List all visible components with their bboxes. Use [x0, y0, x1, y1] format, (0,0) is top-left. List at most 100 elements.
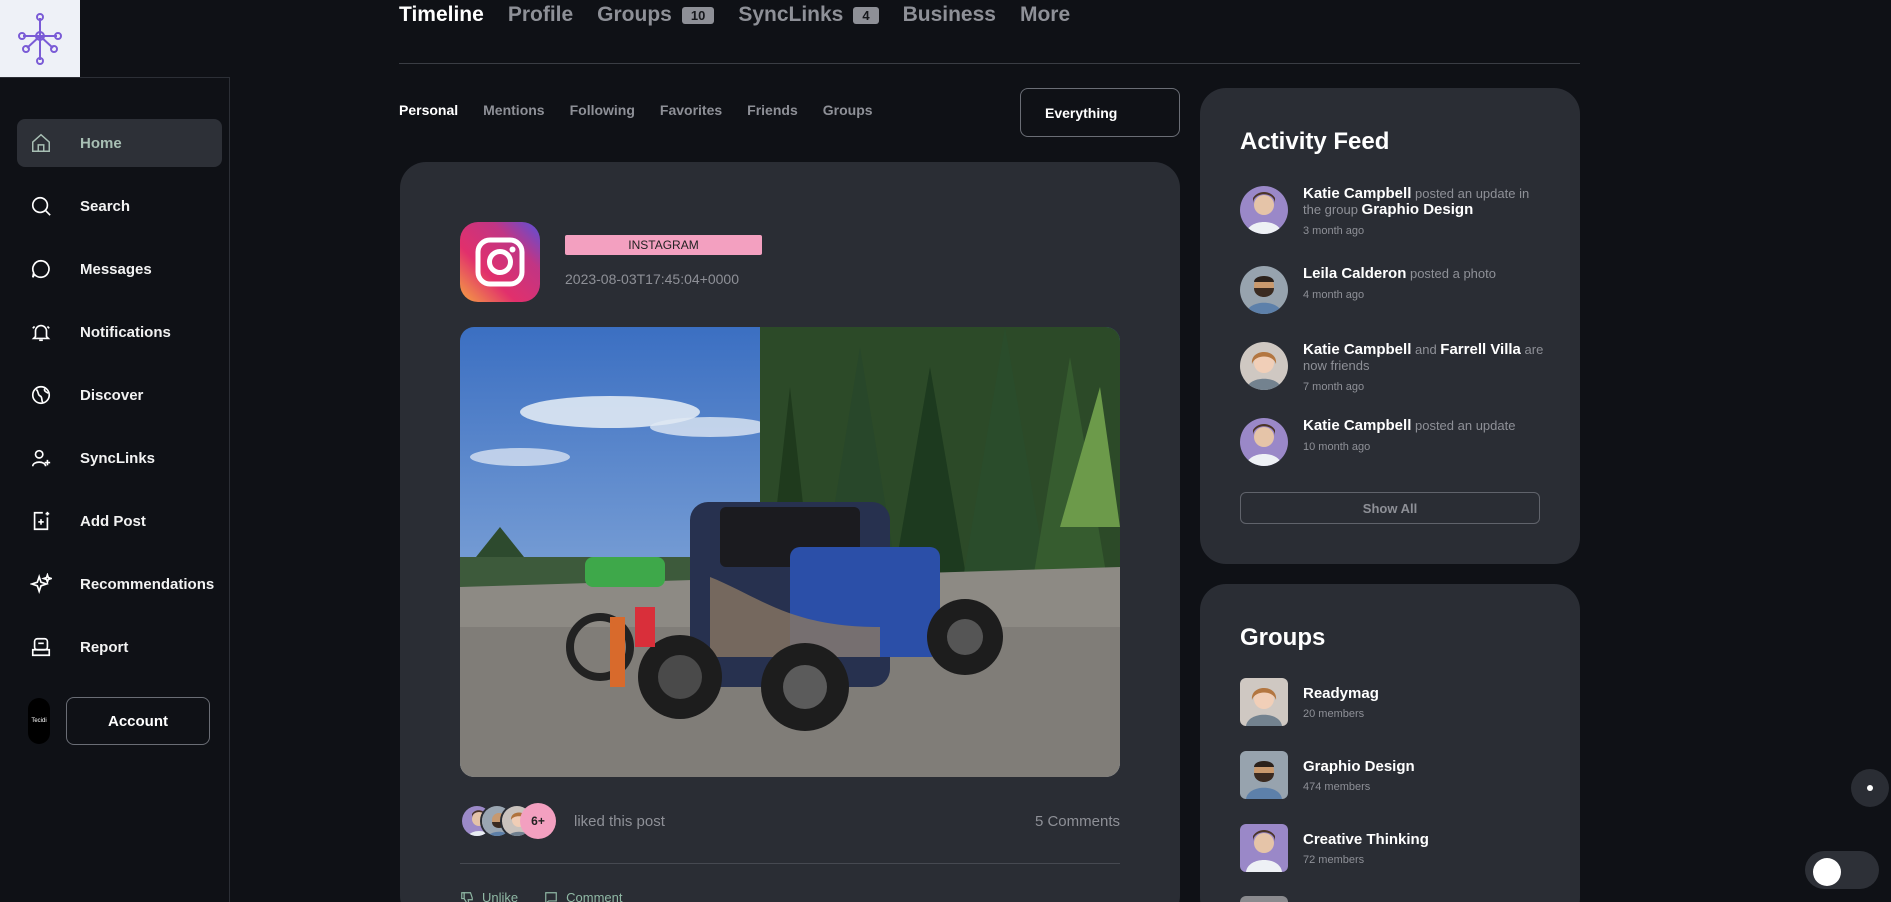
group-name[interactable]: Creative Thinking	[1303, 831, 1429, 848]
sidebar-item-messages[interactable]: Messages	[17, 245, 222, 293]
subtab-friends[interactable]: Friends	[747, 102, 798, 118]
list-item[interactable]: Creative Thinking 72 members	[1240, 824, 1429, 872]
list-item[interactable]: Katie Campbell posted an update in the g…	[1240, 186, 1545, 239]
unlike-button[interactable]: Unlike	[460, 890, 518, 902]
group-info: Creative Thinking 72 members	[1303, 831, 1429, 866]
avatar[interactable]	[1240, 678, 1288, 726]
activity-time: 3 month ago	[1303, 225, 1365, 237]
tab-label: More	[1019, 3, 1071, 26]
tab-label: SyncLinks	[738, 3, 844, 26]
show-all-button[interactable]: Show All	[1240, 492, 1540, 524]
sparkle-icon	[29, 572, 53, 596]
activity-actor[interactable]: Katie Campbell	[1303, 185, 1411, 202]
sidebar-item-search[interactable]: Search	[17, 182, 222, 230]
activity-actor[interactable]: Leila Calderon	[1303, 265, 1406, 282]
activity-text: Leila Calderon posted a photo 4 month ag…	[1303, 266, 1496, 314]
activity-action: and	[1411, 342, 1441, 357]
subtab-following[interactable]: Following	[570, 102, 635, 118]
filter-value: Everything	[1045, 104, 1118, 121]
comments-count[interactable]: 5 Comments	[1035, 813, 1120, 830]
activity-filter-select[interactable]: Everything	[1020, 88, 1180, 137]
post-timestamp: 2023-08-03T17:45:04+0000	[565, 271, 739, 287]
account-button[interactable]: Account	[66, 697, 210, 745]
group-info: Graphio Design 474 members	[1303, 758, 1415, 793]
divider	[460, 863, 1120, 864]
sidebar-item-notifications[interactable]: Notifications	[17, 308, 222, 356]
activity-actor[interactable]: Katie Campbell	[1303, 341, 1411, 358]
post-card: INSTAGRAM 2023-08-03T17:45:04+0000 6+ li…	[400, 162, 1180, 902]
list-item[interactable]: Leila Calderon posted a photo 4 month ag…	[1240, 266, 1545, 314]
sidebar-item-report[interactable]: Report	[17, 623, 222, 671]
tab-more[interactable]: More	[1020, 3, 1070, 27]
app-logo[interactable]	[0, 0, 80, 77]
activity-time: 4 month ago	[1303, 289, 1365, 301]
subtab-favorites[interactable]: Favorites	[660, 102, 722, 118]
activity-text: Katie Campbell and Farrell Villa are now…	[1303, 342, 1545, 395]
sidebar-nav: Home Search Messages Notifications Disco…	[17, 119, 222, 686]
avatar[interactable]	[1240, 418, 1288, 466]
tab-label: Business	[902, 3, 996, 26]
divider	[399, 63, 1580, 64]
activity-time: 7 month ago	[1303, 381, 1365, 393]
sidebar-item-add-post[interactable]: Add Post	[17, 497, 222, 545]
instagram-icon	[460, 222, 540, 302]
sidebar-item-label: Notifications	[80, 323, 171, 341]
subtab-personal[interactable]: Personal	[399, 102, 458, 118]
activity-feed-card: Activity Feed Katie Campbell posted an u…	[1200, 88, 1580, 564]
tab-groups[interactable]: Groups 10	[597, 3, 715, 27]
avatar[interactable]: Tecidi	[28, 698, 50, 744]
sidebar-item-recommendations[interactable]: Recommendations	[17, 560, 222, 608]
tab-label: Profile	[507, 3, 574, 26]
avatar[interactable]	[1240, 342, 1288, 390]
dot-icon	[1867, 785, 1873, 791]
tab-timeline[interactable]: Timeline	[399, 3, 484, 27]
sidebar-item-synclinks[interactable]: SyncLinks	[17, 434, 222, 482]
user-plus-icon	[29, 446, 53, 470]
scroll-indicator-button[interactable]	[1851, 769, 1889, 807]
avatar[interactable]	[1240, 186, 1288, 234]
likes-row: 6+ liked this post 5 Comments	[460, 802, 1120, 840]
activity-time: 10 month ago	[1303, 441, 1371, 453]
activity-target[interactable]: Graphio Design	[1362, 201, 1474, 218]
bell-icon	[29, 320, 53, 344]
list-item[interactable]: Katie Campbell and Farrell Villa are now…	[1240, 342, 1545, 395]
activity-target[interactable]: Farrell Villa	[1440, 341, 1521, 358]
comment-button[interactable]: Comment	[544, 890, 622, 902]
tab-profile[interactable]: Profile	[508, 3, 573, 27]
tab-business[interactable]: Business	[903, 3, 996, 27]
toggle-knob[interactable]	[1813, 858, 1841, 886]
account-row: Tecidi Account	[28, 697, 210, 745]
sidebar-item-discover[interactable]: Discover	[17, 371, 222, 419]
post-image[interactable]	[460, 327, 1120, 777]
list-item[interactable]: Readymag 20 members	[1240, 678, 1379, 726]
avatar[interactable]	[1240, 266, 1288, 314]
avatar[interactable]	[1240, 824, 1288, 872]
group-name[interactable]: Readymag	[1303, 685, 1379, 702]
report-icon	[29, 635, 53, 659]
sidebar-item-label: Messages	[80, 260, 152, 278]
group-name[interactable]: Graphio Design	[1303, 758, 1415, 775]
more-likers-badge[interactable]: 6+	[520, 803, 556, 839]
main-tabs: Timeline Profile Groups 10 SyncLinks 4 Bus…	[399, 0, 1094, 30]
groups-title: Groups	[1240, 624, 1326, 651]
subtab-groups[interactable]: Groups	[823, 102, 873, 118]
sidebar: Home Search Messages Notifications Disco…	[0, 77, 230, 902]
source-badge: INSTAGRAM	[565, 235, 762, 255]
groups-card: Groups Readymag 20 members Graphio Desig…	[1200, 584, 1580, 902]
avatar[interactable]	[1240, 751, 1288, 799]
avatar[interactable]	[1240, 896, 1288, 902]
sidebar-item-home[interactable]: Home	[17, 119, 222, 167]
list-item[interactable]: Graphio Design 474 members	[1240, 751, 1415, 799]
subtab-mentions[interactable]: Mentions	[483, 102, 544, 118]
sidebar-item-label: Add Post	[80, 512, 146, 530]
message-icon	[29, 257, 53, 281]
sidebar-item-label: Report	[80, 638, 129, 656]
group-members: 72 members	[1303, 853, 1365, 866]
list-item[interactable]: Katie Campbell posted an update 10 month…	[1240, 418, 1545, 466]
tab-synclinks[interactable]: SyncLinks 4	[738, 3, 879, 27]
group-info: Readymag 20 members	[1303, 685, 1379, 720]
theme-toggle[interactable]	[1805, 851, 1879, 889]
activity-feed-title: Activity Feed	[1240, 128, 1390, 155]
activity-actor[interactable]: Katie Campbell	[1303, 417, 1411, 434]
tab-label: Timeline	[399, 3, 484, 26]
